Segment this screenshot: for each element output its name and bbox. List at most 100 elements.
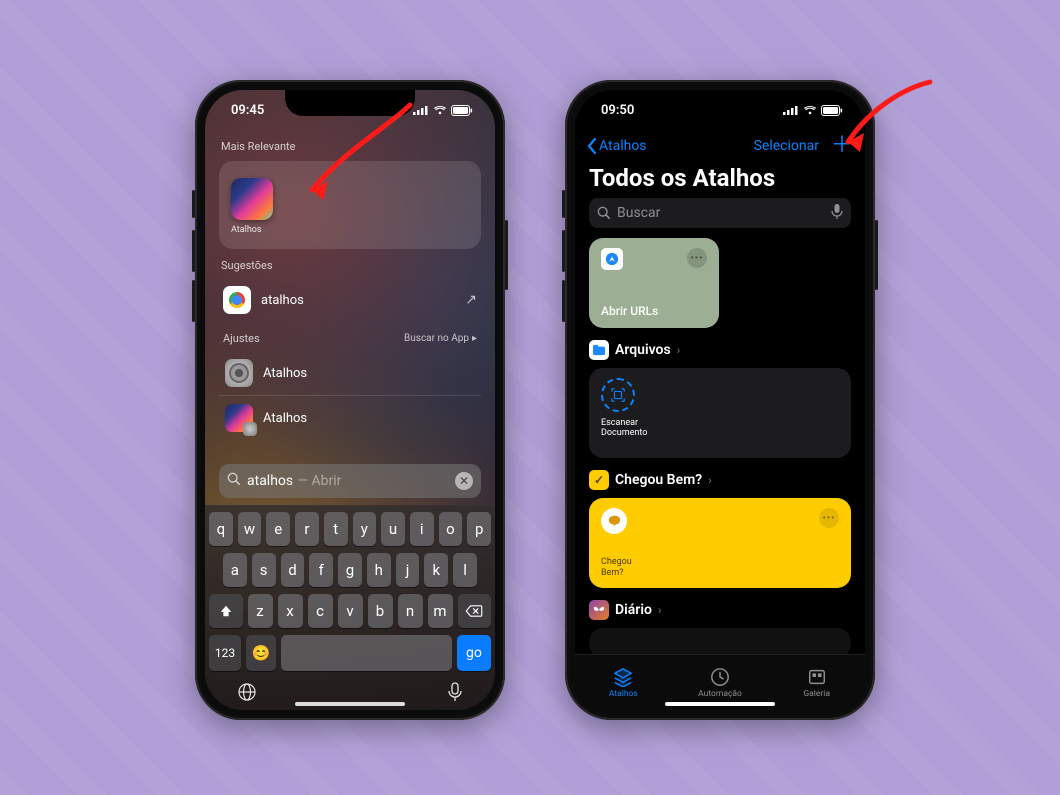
section-chegou-bem[interactable]: ✓ Chegou Bem? › (589, 470, 851, 490)
key-r[interactable]: r (295, 512, 319, 546)
tile-label: Escanear Documento (601, 418, 661, 439)
key-x[interactable]: x (278, 594, 303, 628)
key-backspace[interactable] (458, 594, 492, 628)
key-h[interactable]: h (367, 553, 391, 587)
globe-icon[interactable] (237, 682, 257, 707)
key-c[interactable]: c (308, 594, 333, 628)
shortcut-tile-open-urls[interactable]: ••• Abrir URLs (589, 238, 719, 328)
keyboard-row-2: a s d f g h j k l (209, 553, 491, 587)
wifi-icon (433, 105, 447, 115)
top-hit-label: Atalhos (231, 225, 262, 235)
key-w[interactable]: w (238, 512, 262, 546)
key-g[interactable]: g (338, 553, 362, 587)
key-j[interactable]: j (396, 553, 420, 587)
signal-icon (783, 105, 799, 115)
key-space[interactable] (281, 635, 452, 671)
battery-icon (821, 105, 843, 116)
chevron-right-icon: › (658, 603, 662, 617)
gallery-tab-icon (807, 667, 827, 687)
key-s[interactable]: s (252, 553, 276, 587)
automation-tab-icon (710, 667, 730, 687)
status-icons (413, 105, 473, 116)
shortcut-tile-scan-document[interactable]: Escanear Documento (589, 368, 851, 458)
key-e[interactable]: e (266, 512, 290, 546)
search-in-app-link[interactable]: Buscar no App ▸ (404, 333, 477, 344)
settings-section-title: Ajustes (223, 332, 260, 345)
tab-label: Galeria (803, 689, 830, 699)
checkbox-icon: ✓ (589, 470, 609, 490)
shift-icon (219, 604, 233, 618)
key-a[interactable]: a (223, 553, 247, 587)
key-go[interactable]: go (457, 635, 491, 671)
keyboard-row-3: z x c v b n m (209, 594, 491, 628)
key-u[interactable]: u (381, 512, 405, 546)
section-files[interactable]: Arquivos › (589, 340, 851, 360)
clear-search-button[interactable]: ✕ (455, 472, 473, 490)
key-v[interactable]: v (338, 594, 363, 628)
chevron-right-icon: › (708, 473, 712, 487)
key-f[interactable]: f (309, 553, 333, 587)
suggestions-section-title: Sugestões (221, 259, 479, 272)
key-k[interactable]: k (424, 553, 448, 587)
key-y[interactable]: y (353, 512, 377, 546)
key-m[interactable]: m (428, 594, 453, 628)
shortcut-tile-chegou-bem[interactable]: ••• Chegou Bem? (589, 498, 851, 588)
key-n[interactable]: n (398, 594, 423, 628)
dictation-icon[interactable] (831, 203, 843, 223)
tab-shortcuts[interactable]: Atalhos (575, 655, 672, 710)
section-diario[interactable]: Diário › (589, 600, 851, 620)
shortcut-tile-partial[interactable] (589, 628, 851, 654)
notch (285, 90, 415, 116)
backspace-icon (465, 605, 483, 617)
key-123[interactable]: 123 (209, 635, 241, 671)
section-label: Arquivos (615, 342, 671, 358)
key-i[interactable]: i (410, 512, 434, 546)
settings-result-label: Atalhos (263, 366, 307, 381)
chevron-right-icon: ▸ (472, 333, 477, 344)
settings-result-row[interactable]: Atalhos (219, 351, 481, 395)
home-indicator[interactable] (295, 702, 405, 706)
back-button[interactable]: Atalhos (587, 138, 647, 154)
settings-result-row[interactable]: Atalhos (219, 395, 481, 440)
settings-gear-icon (225, 359, 253, 387)
tile-more-button[interactable]: ••• (819, 508, 839, 528)
settings-overlay-icon (243, 422, 257, 436)
files-app-icon (589, 340, 609, 360)
select-button[interactable]: Selecionar (754, 138, 819, 154)
key-p[interactable]: p (467, 512, 491, 546)
key-shift[interactable] (209, 594, 243, 628)
keyboard[interactable]: q w e r t y u i o p a s d f g h j k l (205, 505, 495, 710)
tab-label: Atalhos (609, 689, 638, 699)
top-hit-card[interactable]: Atalhos (219, 161, 481, 249)
key-z[interactable]: z (248, 594, 273, 628)
key-o[interactable]: o (439, 512, 463, 546)
status-time: 09:45 (231, 103, 264, 118)
key-t[interactable]: t (324, 512, 348, 546)
tile-more-button[interactable]: ••• (687, 248, 707, 268)
add-shortcut-button[interactable]: ＋ (831, 135, 853, 157)
tab-gallery[interactable]: Galeria (768, 655, 865, 710)
tab-label: Automação (698, 689, 742, 699)
status-time: 09:50 (601, 103, 634, 118)
dictation-icon[interactable] (447, 682, 463, 707)
home-indicator[interactable] (665, 702, 775, 706)
page-title: Todos os Atalhos (589, 164, 775, 192)
phone-left: 09:45 Mais Relevante Atalhos Sugestões a… (195, 80, 505, 720)
keyboard-row-1: q w e r t y u i o p (209, 512, 491, 546)
search-icon (227, 472, 241, 490)
suggestion-label: atalhos (261, 293, 304, 308)
nav-bar: Atalhos Selecionar ＋ (575, 130, 865, 162)
back-label: Atalhos (599, 138, 647, 154)
key-l[interactable]: l (453, 553, 477, 587)
spotlight-search-input[interactable]: atalhos — Abrir ✕ (219, 464, 481, 498)
key-d[interactable]: d (281, 553, 305, 587)
search-completion-text: — Abrir (297, 473, 341, 489)
shortcuts-search-input[interactable]: Buscar (589, 198, 851, 228)
key-b[interactable]: b (368, 594, 393, 628)
search-placeholder: Buscar (617, 205, 660, 221)
key-q[interactable]: q (209, 512, 233, 546)
notch (655, 90, 785, 116)
suggestion-row[interactable]: atalhos ↗ (219, 280, 481, 320)
key-emoji[interactable]: 😊 (246, 635, 276, 671)
safari-icon (601, 248, 623, 270)
